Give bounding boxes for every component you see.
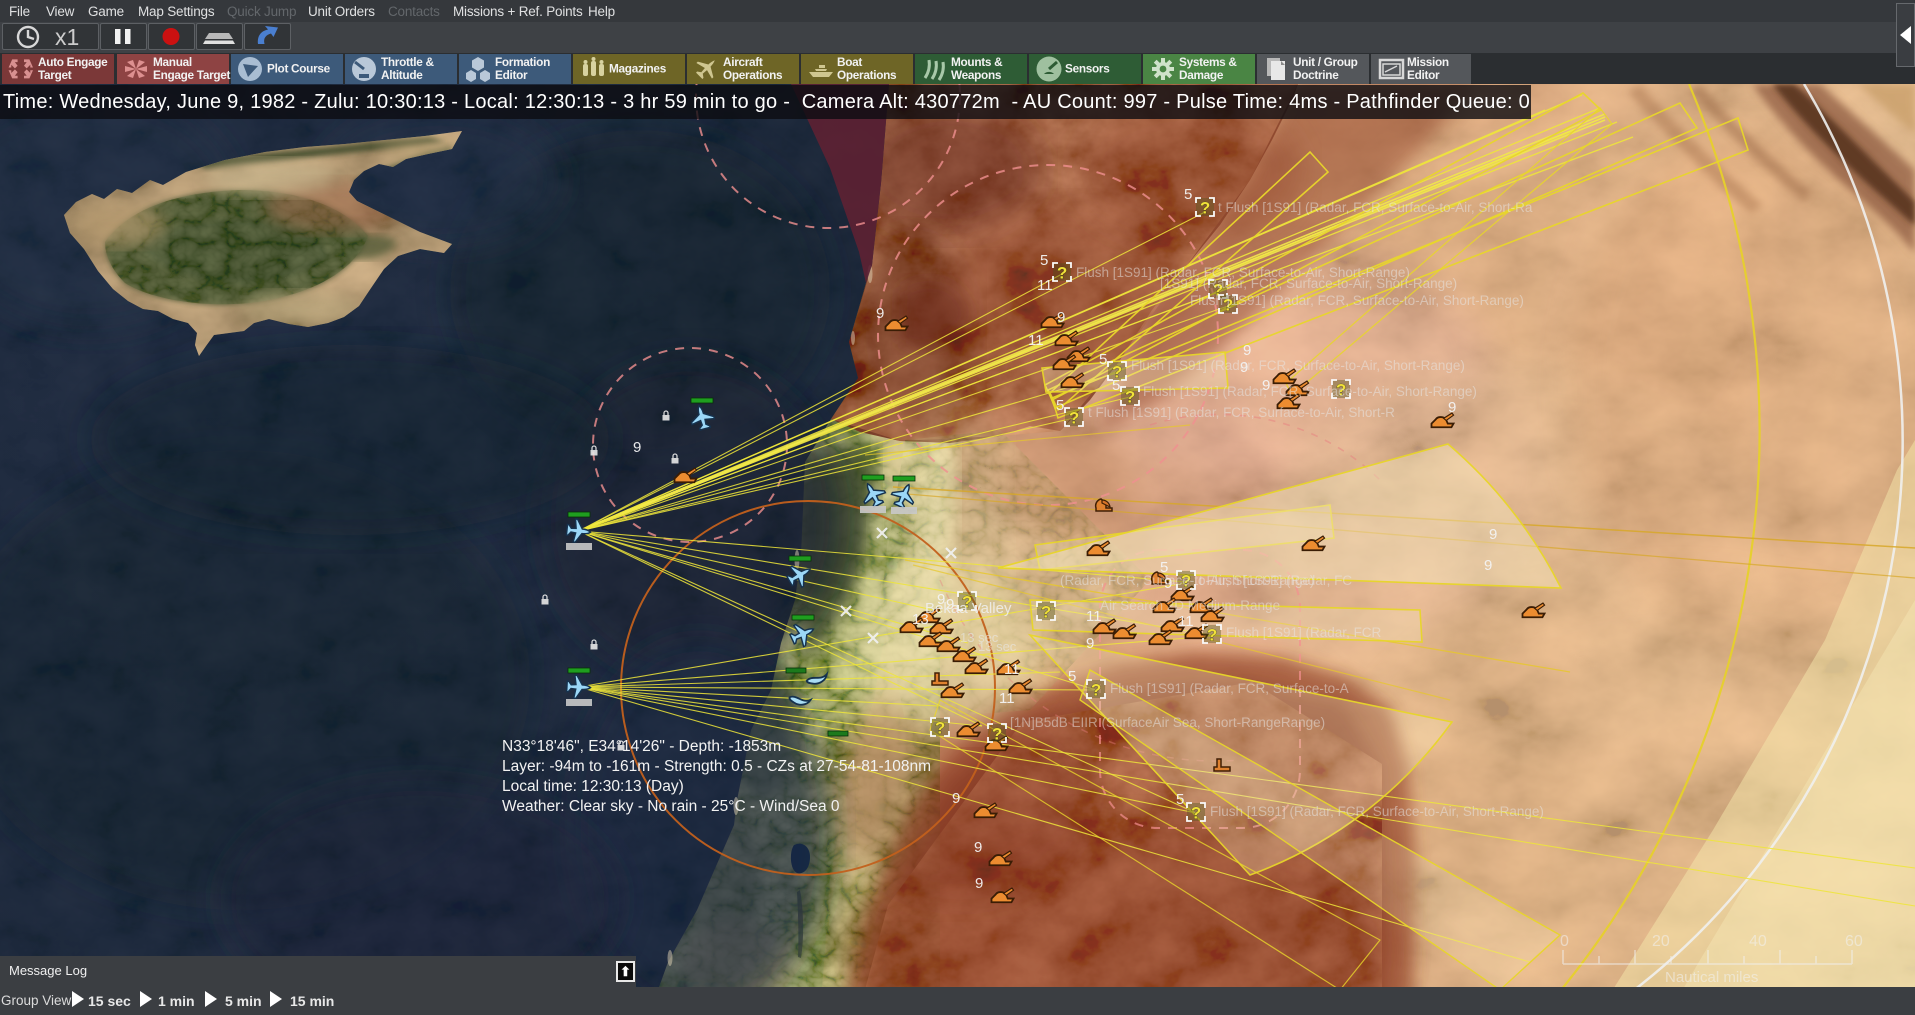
svg-text:20: 20 [1652,933,1670,950]
svg-text:9: 9 [1243,342,1251,359]
svg-text:5: 5 [1068,668,1076,685]
svg-text:Layer: -94m to -161m - Strengt: Layer: -94m to -161m - Strength: 0.5 - C… [502,758,931,775]
svg-text:t Flush [1S91] (Radar, FCR, Su: t Flush [1S91] (Radar, FCR, Surface-to-A… [1088,405,1395,420]
svg-text:x1: x1 [55,24,79,49]
svg-text:11: 11 [999,690,1015,707]
svg-text:Flush [1S91] (Radar, FCR, Surf: Flush [1S91] (Radar, FCR, Surface-to-Air… [1190,293,1524,308]
svg-text:Weather: Clear sky - No rain -: Weather: Clear sky - No rain - 25°C - Wi… [502,798,840,815]
svg-text:5: 5 [1040,252,1048,269]
svg-text:13 sec: 13 sec [978,639,1017,654]
svg-text:?: ? [992,725,1002,744]
svg-text:9: 9 [974,839,982,856]
svg-text:?: ? [1207,626,1217,645]
svg-text:?: ? [1069,409,1079,428]
svg-text:Flush [1S91] (Radar, FCR, Surf: Flush [1S91] (Radar, FCR, Surface-to-Air… [1210,804,1544,819]
svg-text:?: ? [935,719,945,738]
svg-text:40: 40 [1749,933,1767,950]
svg-text:?: ? [1091,681,1101,700]
svg-text:11: 11 [1028,332,1044,349]
svg-text:9: 9 [1448,399,1456,416]
svg-text:0: 0 [1560,933,1569,950]
svg-text:Flush [1S91] (Radar, FCR: Flush [1S91] (Radar, FCR [1226,625,1382,640]
svg-text:5: 5 [1184,186,1192,203]
svg-text:t Flush [1S91] (Radar, FCR, Su: t Flush [1S91] (Radar, FCR, Surface-to-A… [1218,200,1533,215]
svg-text:(Radar, FCR, Surface-to-Air, S: (Radar, FCR, Surface-to-Air, Short-Range… [1060,573,1314,588]
svg-text:5: 5 [1112,377,1120,394]
svg-text:9: 9 [1484,557,1492,574]
svg-text:5: 5 [1099,351,1107,368]
svg-text:Air Search 2D Medium-Range: Air Search 2D Medium-Range [1100,598,1280,613]
svg-text:5: 5 [1176,791,1184,808]
svg-text:9: 9 [1057,309,1065,326]
svg-text:11: 11 [1037,277,1053,294]
svg-text:9: 9 [633,439,641,456]
svg-text:60: 60 [1845,933,1863,950]
svg-text:?: ? [1057,264,1067,283]
svg-text:?: ? [1041,603,1051,622]
svg-text:?: ? [1125,388,1135,407]
svg-text:Bekaa Valley: Bekaa Valley [925,600,1012,617]
svg-text:[1N]B5dB EIIR (SurfaceAir Sea,: [1N]B5dB EIIR (SurfaceAir Sea, Short-Ran… [1010,715,1325,730]
svg-text:9: 9 [952,790,960,807]
svg-text:11: 11 [1178,613,1194,630]
svg-text:Flush [1S91] (Radar, FCR, Surf: Flush [1S91] (Radar, FCR, Surface-to-A [1110,681,1349,696]
svg-text:9: 9 [975,875,983,892]
svg-text:N33°18'46", E34°14'26" - Depth: N33°18'46", E34°14'26" - Depth: -1853m [502,738,781,755]
svg-text:9: 9 [876,305,884,322]
svg-text:?: ? [1191,804,1201,823]
svg-text:Local time: 12:30:13 (Day): Local time: 12:30:13 (Day) [502,778,684,795]
svg-text:?: ? [1200,199,1210,218]
svg-text:9: 9 [1086,635,1094,652]
svg-text:Flush [1S91] (Radar, FCR, Surf: Flush [1S91] (Radar, FCR, Surface-to-Air… [1143,384,1477,399]
svg-text:[1S91] (Radar, FCR, Surface-to: [1S91] (Radar, FCR, Surface-to-Air, Shor… [1160,276,1457,291]
svg-text:5: 5 [1056,397,1064,414]
svg-text:9: 9 [1489,526,1497,543]
svg-text:11: 11 [1004,661,1020,678]
svg-text:Flush [1S91] (Radar, FCR, Surf: Flush [1S91] (Radar, FCR, Surface-to-Air… [1131,358,1465,373]
svg-text:Nautical miles: Nautical miles [1665,969,1758,986]
